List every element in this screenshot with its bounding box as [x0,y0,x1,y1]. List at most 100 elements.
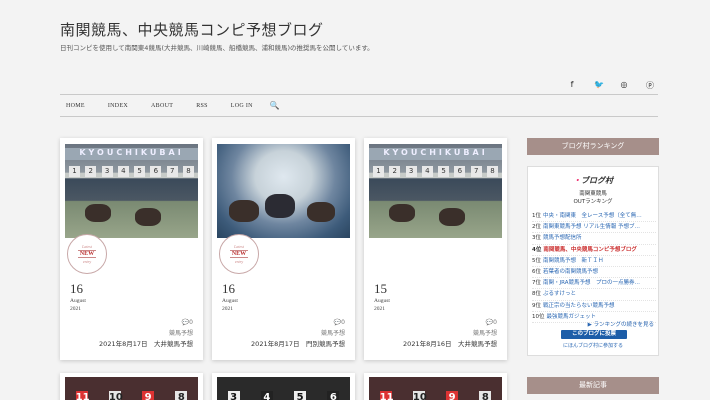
post-month: August [70,298,86,304]
stamp-new: NEW [229,250,249,258]
gate-number: 3 [405,166,417,177]
gate-number: 7 [470,166,482,177]
rank-position: 5位 [532,257,541,264]
gate-number: 1 [69,166,80,177]
ranking-category[interactable]: 南関東競馬 [528,189,658,197]
post-thumbnail[interactable]: 11 10 9 8 [369,377,502,400]
join-link[interactable]: にほんブログ村に参加する [528,342,658,349]
gate-number: 10 [412,391,427,400]
rank-title[interactable]: 南関競馬、中央競馬コンピ予想ブログ [543,247,637,253]
gate-number: 4 [421,166,433,177]
post-title[interactable]: 2021年8月17日 門別競馬予想 [251,338,345,348]
new-entry-stamp: Latest NEW entry [219,234,259,274]
post-day: 16 [222,281,235,296]
post-card-partial[interactable]: 11 10 9 8 [60,373,203,400]
gate-number: 3 [101,166,113,177]
comment-count[interactable]: 💬0 [486,319,497,326]
nav-index[interactable]: INDEX [108,103,128,109]
search-icon[interactable]: 🔍 [270,101,280,110]
rank-position: 9位 [532,302,541,309]
post-thumbnail[interactable] [217,144,350,238]
ranking-item[interactable]: 6位 若葉者の南関競馬予想 [532,267,656,279]
pinterest-icon[interactable]: ⓟ [646,80,654,91]
post-category[interactable]: 競馬予想 [473,328,497,337]
ranking-item[interactable]: 5位 南関競馬予想 新ＴＩＨ [532,256,656,268]
twitter-icon[interactable]: 🐦 [594,80,604,91]
ranking-item[interactable]: 3位 競馬予想配信所 [532,233,656,245]
gate-number: 4 [117,166,129,177]
horse-image [85,204,111,222]
vote-button[interactable]: このブログに投票 [561,330,627,339]
nav-login[interactable]: LOG IN [231,103,253,109]
site-title[interactable]: 南関競馬、中央競馬コンピ予想ブログ [60,19,324,40]
gate-number: 5 [294,391,307,400]
gate-number: 5 [134,166,146,177]
post-card-partial[interactable]: 11 10 9 8 [364,373,507,400]
comment-count[interactable]: 💬0 [182,319,193,326]
ranking-item[interactable]: 1位 中央・南関東 全レース予想（全て無… [532,211,656,223]
rank-title[interactable]: 若葉者の南関競馬予想 [543,269,598,275]
post-thumbnail[interactable]: 11 10 9 8 [65,377,198,400]
blogmura-logo[interactable]: ・ブログ村 [528,175,658,186]
post-category[interactable]: 競馬予想 [321,328,345,337]
ranking-item-current[interactable]: 4位 南関競馬、中央競馬コンピ予想ブログ [532,245,656,256]
post-title[interactable]: 2021年8月17日 大井競馬予想 [99,338,193,348]
rank-title[interactable]: 南関・JRA競馬予想 プロの一点勝券… [543,280,640,286]
post-thumbnail[interactable]: 3 4 5 6 [217,377,350,400]
post-card[interactable]: KYOUCHIKUBAI 1 2 3 4 5 6 7 8 15 August 2… [364,138,507,360]
facebook-icon[interactable]: f [568,80,576,91]
comment-count[interactable]: 💬0 [334,319,345,326]
horse-image [439,208,465,226]
stamp-top: Latest [82,244,92,249]
main-nav: HOME INDEX ABOUT RSS LOG IN 🔍 [60,94,658,117]
rank-position: 4位 [532,246,542,253]
gate-number: 7 [166,166,178,177]
thumbnail-banner: KYOUCHIKUBAI [369,148,502,160]
rank-position: 3位 [532,235,541,242]
post-thumbnail[interactable]: KYOUCHIKUBAI 1 2 3 4 5 6 7 8 [369,144,502,238]
post-category[interactable]: 競馬予想 [169,328,193,337]
gate-number: 1 [373,166,384,177]
ranking-type: OUTランキング [573,199,613,205]
rank-title[interactable]: ぶるすけっと [543,291,576,297]
ranking-item[interactable]: 9位 戦正宗の当たらない競馬予想 [532,301,656,312]
gate-number: 11 [379,391,394,400]
post-title[interactable]: 2021年8月16日 大井競馬予想 [403,338,497,348]
gate-number: 9 [142,391,155,400]
gate-number: 8 [182,166,194,177]
post-card-partial[interactable]: 3 4 5 6 [212,373,355,400]
ranking-item[interactable]: 2位 南関東競馬予想 リアル生情報 予想ブ… [532,222,656,234]
gate-number: 5 [438,166,450,177]
post-card[interactable]: Latest NEW entry 16 August 2021 💬0 競馬予想 … [212,138,355,360]
new-entry-stamp: Latest NEW entry [67,234,107,274]
rank-title[interactable]: 戦正宗の当たらない競馬予想 [543,303,615,309]
nav-about[interactable]: ABOUT [151,103,173,109]
rank-title[interactable]: 南関競馬予想 新ＴＩＨ [543,258,604,264]
rank-position: 10位 [532,313,545,320]
nav-home[interactable]: HOME [66,103,85,109]
rank-title[interactable]: 南関東競馬予想 リアル生情報 予想ブ… [543,224,640,230]
gate-number: 4 [260,391,273,400]
rank-title[interactable]: 競馬予想配信所 [543,235,582,241]
rank-title[interactable]: 中央・南関東 全レース予想（全て無… [543,213,642,219]
post-card[interactable]: KYOUCHIKUBAI 1 2 3 4 5 6 7 8 Latest NEW … [60,138,203,360]
ranking-item[interactable]: 8位 ぶるすけっと [532,289,656,301]
post-day: 15 [374,281,387,296]
nav-rss[interactable]: RSS [196,103,208,109]
gate-number: 11 [75,391,90,400]
rank-position: 2位 [532,224,541,231]
ranking-item[interactable]: 7位 南関・JRA競馬予想 プロの一点勝券… [532,278,656,290]
post-thumbnail[interactable]: KYOUCHIKUBAI 1 2 3 4 5 6 7 8 [65,144,198,238]
gate-number: 8 [479,391,492,400]
ranking-more-link[interactable]: ▶ ランキングの続きを見る [528,320,654,328]
recent-posts-header: 最新記事 [527,377,659,394]
post-year: 2021 [70,306,81,312]
ranking-widget-header: ブログ村ランキング [527,138,659,155]
rank-position: 6位 [532,269,541,276]
rank-position: 7位 [532,280,541,287]
horse-image [389,204,415,222]
rank-title[interactable]: 最強競馬ガジェット [547,314,597,320]
stamp-new: NEW [77,250,97,258]
starting-gates: 1 2 3 4 5 6 7 8 [69,166,194,178]
instagram-icon[interactable]: ◎ [620,80,628,91]
